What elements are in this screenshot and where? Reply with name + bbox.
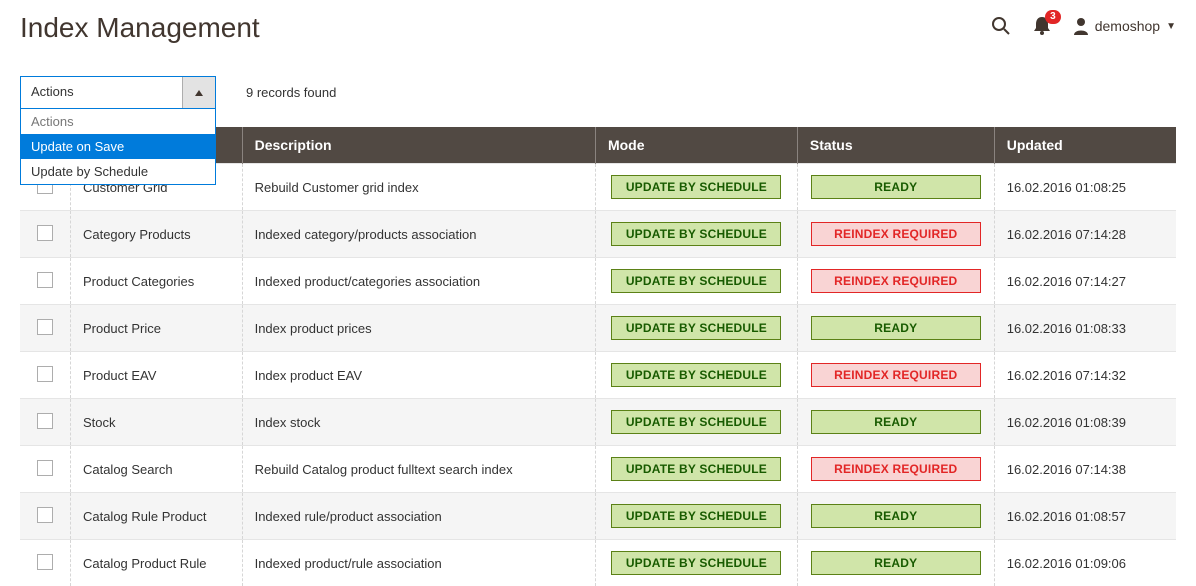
status-badge: READY: [811, 316, 981, 340]
mode-badge: UPDATE BY SCHEDULE: [611, 363, 781, 387]
status-badge: READY: [811, 175, 981, 199]
cell-updated: 16.02.2016 01:08:57: [994, 493, 1176, 540]
status-badge: READY: [811, 410, 981, 434]
mode-badge: UPDATE BY SCHEDULE: [611, 504, 781, 528]
mode-badge: UPDATE BY SCHEDULE: [611, 457, 781, 481]
mode-badge: UPDATE BY SCHEDULE: [611, 269, 781, 293]
status-badge: REINDEX REQUIRED: [811, 222, 981, 246]
notification-badge: 3: [1045, 10, 1061, 24]
row-checkbox[interactable]: [37, 366, 53, 382]
row-checkbox[interactable]: [37, 460, 53, 476]
records-count: 9 records found: [246, 85, 336, 100]
cell-indexer: Catalog Product Rule: [70, 540, 242, 586]
table-row: StockIndex stock UPDATE BY SCHEDULE READY 1…: [20, 399, 1176, 446]
row-checkbox[interactable]: [37, 272, 53, 288]
table-body: Customer GridRebuild Customer grid index…: [20, 164, 1176, 586]
cell-updated: 16.02.2016 07:14:32: [994, 352, 1176, 399]
cell-updated: 16.02.2016 01:08:25: [994, 164, 1176, 211]
status-badge: READY: [811, 551, 981, 575]
page-title: Index Management: [20, 12, 260, 44]
cell-updated: 16.02.2016 01:09:06: [994, 540, 1176, 586]
actions-toggle[interactable]: Actions: [20, 76, 216, 109]
cell-description: Rebuild Catalog product fulltext search …: [242, 446, 595, 493]
cell-description: Indexed product/categories association: [242, 258, 595, 305]
cell-description: Indexed category/products association: [242, 211, 595, 258]
username: demoshop: [1095, 18, 1160, 34]
row-checkbox[interactable]: [37, 554, 53, 570]
user-menu[interactable]: demoshop ▼: [1073, 17, 1176, 35]
chevron-up-icon: [182, 77, 215, 108]
caret-down-icon: ▼: [1166, 21, 1176, 32]
row-checkbox[interactable]: [37, 507, 53, 523]
status-badge: READY: [811, 504, 981, 528]
cell-updated: 16.02.2016 07:14:38: [994, 446, 1176, 493]
toolbar: Actions ActionsUpdate on SaveUpdate by S…: [20, 76, 1176, 109]
row-checkbox[interactable]: [37, 225, 53, 241]
mode-badge: UPDATE BY SCHEDULE: [611, 316, 781, 340]
mode-badge: UPDATE BY SCHEDULE: [611, 410, 781, 434]
header-updated[interactable]: Updated: [994, 127, 1176, 164]
cell-updated: 16.02.2016 01:08:33: [994, 305, 1176, 352]
page-header: Index Management 3 demoshop ▼: [20, 12, 1176, 44]
mode-badge: UPDATE BY SCHEDULE: [611, 175, 781, 199]
notifications-icon[interactable]: 3: [1033, 16, 1051, 36]
header-description[interactable]: Description: [242, 127, 595, 164]
cell-indexer: Stock: [70, 399, 242, 446]
header-status[interactable]: Status: [797, 127, 994, 164]
row-checkbox[interactable]: [37, 413, 53, 429]
cell-description: Index stock: [242, 399, 595, 446]
table-row: Product CategoriesIndexed product/catego…: [20, 258, 1176, 305]
cell-description: Rebuild Customer grid index: [242, 164, 595, 211]
cell-indexer: Product Price: [70, 305, 242, 352]
cell-description: Indexed product/rule association: [242, 540, 595, 586]
cell-updated: 16.02.2016 07:14:28: [994, 211, 1176, 258]
cell-description: Indexed rule/product association: [242, 493, 595, 540]
status-badge: REINDEX REQUIRED: [811, 363, 981, 387]
row-checkbox[interactable]: [37, 319, 53, 335]
cell-indexer: Catalog Rule Product: [70, 493, 242, 540]
actions-option[interactable]: Actions: [21, 109, 215, 134]
actions-menu: ActionsUpdate on SaveUpdate by Schedule: [20, 109, 216, 185]
search-icon[interactable]: [991, 16, 1011, 36]
table-row: Catalog SearchRebuild Catalog product fu…: [20, 446, 1176, 493]
table-row: Product EAVIndex product EAV UPDATE BY SC…: [20, 352, 1176, 399]
cell-updated: 16.02.2016 01:08:39: [994, 399, 1176, 446]
status-badge: REINDEX REQUIRED: [811, 269, 981, 293]
table-row: Catalog Rule ProductIndexed rule/product…: [20, 493, 1176, 540]
actions-dropdown[interactable]: Actions ActionsUpdate on SaveUpdate by S…: [20, 76, 216, 109]
index-table: Indexer Description Mode Status Updated …: [20, 127, 1176, 586]
user-icon: [1073, 17, 1089, 35]
table-row: Product PriceIndex product prices UPDATE …: [20, 305, 1176, 352]
cell-indexer: Product Categories: [70, 258, 242, 305]
cell-indexer: Catalog Search: [70, 446, 242, 493]
actions-option[interactable]: Update on Save: [21, 134, 215, 159]
mode-badge: UPDATE BY SCHEDULE: [611, 222, 781, 246]
mode-badge: UPDATE BY SCHEDULE: [611, 551, 781, 575]
cell-description: Index product EAV: [242, 352, 595, 399]
cell-description: Index product prices: [242, 305, 595, 352]
header-actions: 3 demoshop ▼: [991, 16, 1176, 36]
cell-indexer: Product EAV: [70, 352, 242, 399]
actions-option[interactable]: Update by Schedule: [21, 159, 215, 184]
table-row: Catalog Product RuleIndexed product/rule…: [20, 540, 1176, 586]
header-mode[interactable]: Mode: [595, 127, 797, 164]
cell-indexer: Category Products: [70, 211, 242, 258]
table-row: Category ProductsIndexed category/produc…: [20, 211, 1176, 258]
actions-label: Actions: [21, 77, 182, 108]
status-badge: REINDEX REQUIRED: [811, 457, 981, 481]
cell-updated: 16.02.2016 07:14:27: [994, 258, 1176, 305]
